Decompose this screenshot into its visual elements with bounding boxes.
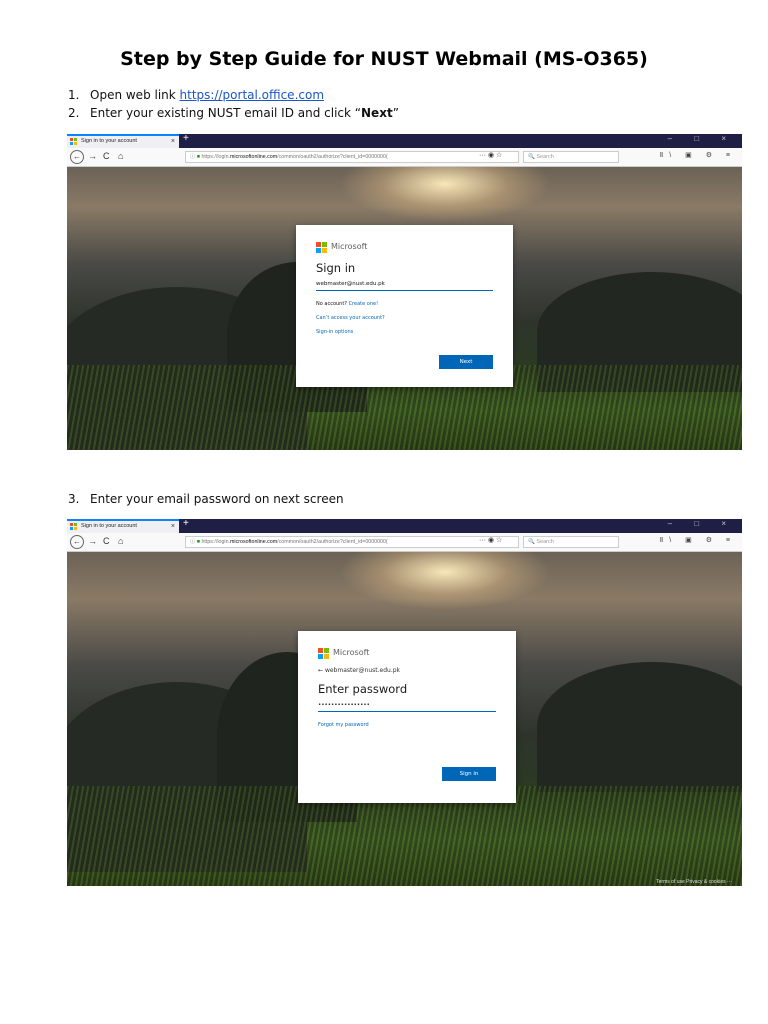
home-icon[interactable]: ⌂ <box>118 536 123 546</box>
microsoft-logo-icon <box>316 242 327 253</box>
microsoft-logo: Microsoft <box>318 647 496 659</box>
forward-icon[interactable]: → <box>88 151 97 161</box>
url-bar[interactable]: ⓘ ■ https://login.microsoftonline.com/co… <box>185 536 519 548</box>
signin-card: Microsoft Sign in webmaster@nust.edu.pk … <box>296 225 513 387</box>
step-text: Enter your email password on next screen <box>90 492 344 506</box>
search-input[interactable]: 🔍 Search <box>523 536 619 548</box>
browser-tab[interactable]: Sign in to your account × <box>67 519 179 533</box>
next-button[interactable]: Next <box>439 355 493 369</box>
signin-options-link[interactable]: Sign-in options <box>316 329 493 335</box>
microsoft-logo-icon <box>318 648 329 659</box>
browser-tab[interactable]: Sign in to your account × <box>67 134 179 148</box>
email-field[interactable]: webmaster@nust.edu.pk <box>316 281 493 291</box>
toolbar-icons[interactable]: Ⅱ\ ▣ ⚙ ≡ <box>660 151 736 159</box>
close-tab-icon[interactable]: × <box>171 136 175 147</box>
background-landscape: Microsoft ← webmaster@nust.edu.pk Enter … <box>67 552 742 886</box>
step-number: 2. <box>68 106 80 120</box>
back-arrow-icon[interactable]: ← <box>318 667 323 674</box>
step-text-after: ” <box>392 106 399 120</box>
create-account-link[interactable]: Create one! <box>349 301 379 307</box>
tab-bar: Sign in to your account × + – □ × <box>67 134 742 148</box>
tab-bar: Sign in to your account × + – □ × <box>67 519 742 533</box>
step-2: 2. Enter your existing NUST email ID and … <box>68 106 399 120</box>
signin-button[interactable]: Sign in <box>442 767 496 781</box>
step-1: 1. Open web link https://portal.office.co… <box>68 88 324 102</box>
password-heading: Enter password <box>318 682 408 696</box>
new-tab-icon[interactable]: + <box>183 519 189 529</box>
window-controls[interactable]: – □ × <box>668 519 736 528</box>
tab-title: Sign in to your account <box>81 523 137 529</box>
new-tab-icon[interactable]: + <box>183 134 189 144</box>
toolbar-icons[interactable]: Ⅱ\ ▣ ⚙ ≡ <box>660 536 736 544</box>
background-landscape: Microsoft Sign in webmaster@nust.edu.pk … <box>67 167 742 450</box>
page-title: Step by Step Guide for NUST Webmail (MS-… <box>120 48 648 70</box>
step-bold-next: Next <box>361 106 393 120</box>
step-number: 3. <box>68 492 80 506</box>
password-card: Microsoft ← webmaster@nust.edu.pk Enter … <box>298 631 516 803</box>
info-icon: ⓘ <box>190 539 197 545</box>
portal-link[interactable]: https://portal.office.com <box>180 88 324 102</box>
close-tab-icon[interactable]: × <box>171 521 175 532</box>
home-icon[interactable]: ⌂ <box>118 151 123 161</box>
reload-icon[interactable]: C <box>103 151 110 161</box>
account-email: webmaster@nust.edu.pk <box>324 667 401 674</box>
microsoft-favicon-icon <box>70 138 77 145</box>
back-icon[interactable]: ← <box>70 535 84 549</box>
url-bar[interactable]: ⓘ ■ https://login.microsoftonline.com/co… <box>185 151 519 163</box>
nav-bar: ← → C ⌂ ⓘ ■ https://login.microsoftonlin… <box>67 533 742 552</box>
browser-screenshot-signin: Sign in to your account × + – □ × ← → C … <box>67 134 742 450</box>
info-icon: ⓘ <box>190 154 197 160</box>
signin-heading: Sign in <box>316 261 356 275</box>
forgot-password-link[interactable]: Forgot my password <box>318 722 496 728</box>
page-actions-icon[interactable]: ··· ◉ ☆ <box>479 536 502 544</box>
password-field[interactable]: •••••••••••••••• <box>318 702 496 712</box>
footer-links[interactable]: Terms of use Privacy & cookies ··· <box>656 879 732 885</box>
page-actions-icon[interactable]: ··· ◉ ☆ <box>479 151 502 159</box>
reload-icon[interactable]: C <box>103 536 110 546</box>
back-icon[interactable]: ← <box>70 150 84 164</box>
account-row[interactable]: ← webmaster@nust.edu.pk <box>318 667 496 674</box>
microsoft-logo: Microsoft <box>316 241 493 253</box>
no-account-text: No account? Create one! <box>316 301 379 307</box>
tab-title: Sign in to your account <box>81 138 137 144</box>
browser-screenshot-password: Sign in to your account × + – □ × ← → C … <box>67 519 742 886</box>
step-3: 3. Enter your email password on next scre… <box>68 492 344 506</box>
cant-access-link[interactable]: Can’t access your account? <box>316 315 493 321</box>
step-number: 1. <box>68 88 80 102</box>
nav-bar: ← → C ⌂ ⓘ ■ https://login.microsoftonlin… <box>67 148 742 167</box>
search-input[interactable]: 🔍 Search <box>523 151 619 163</box>
forward-icon[interactable]: → <box>88 536 97 546</box>
step-text: Open web link <box>90 88 180 102</box>
step-text: Enter your existing NUST email ID and cl… <box>90 106 362 120</box>
window-controls[interactable]: – □ × <box>668 134 736 143</box>
microsoft-favicon-icon <box>70 523 77 530</box>
